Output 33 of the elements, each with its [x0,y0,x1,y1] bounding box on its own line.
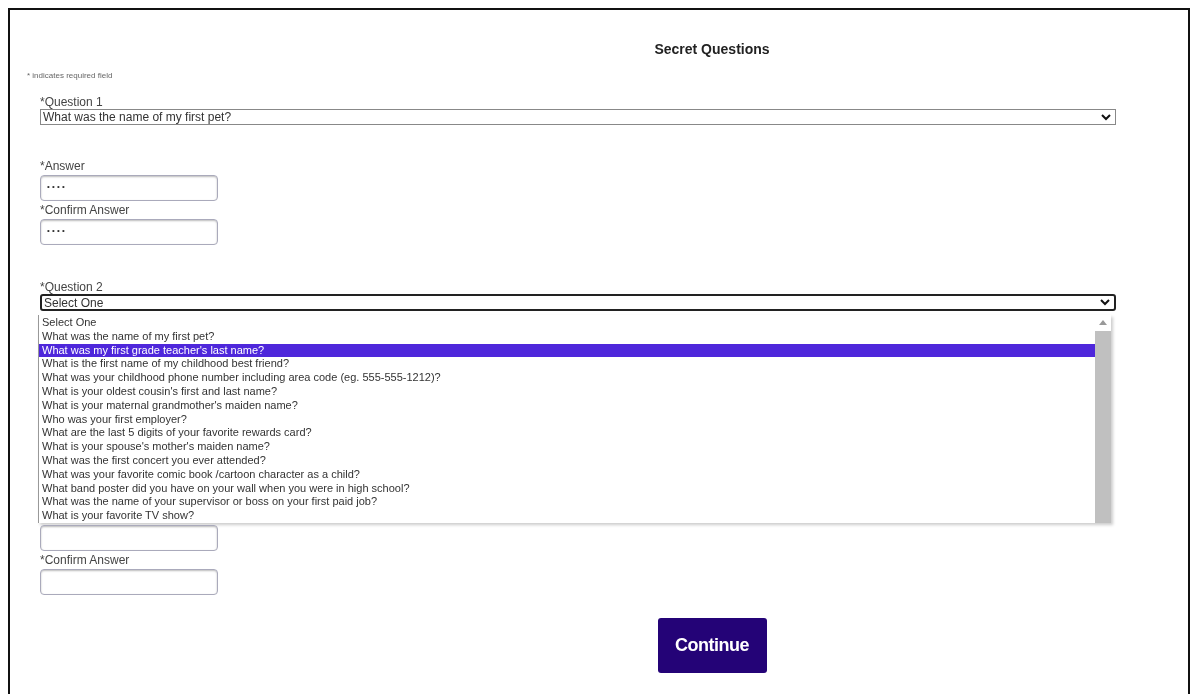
dropdown-option[interactable]: What was your favorite comic book /cartoon character as a child? [39,467,1095,482]
dropdown-option[interactable]: What is your spouse's mother's maiden name? [39,440,1095,454]
dropdown-option[interactable]: What was the first concert you ever attended? [39,453,1095,468]
field-label: *Confirm Answer [40,203,130,217]
dropdown-option[interactable]: What was the name of my first pet? [39,329,1095,344]
page-title: Secret Questions [654,41,770,57]
dropdown-option[interactable]: What is the first name of my childhood best friend? [39,357,1095,372]
dropdown-option[interactable]: What was my first grade teacher's last name? [39,343,1095,358]
chevron-icon [1101,113,1111,121]
answer-field[interactable]: • • • • [40,175,218,201]
dropdown-option[interactable]: Select One [39,316,1095,330]
continue-button[interactable]: Continue [657,618,767,673]
field-label: *Confirm Answer [40,553,130,567]
confirm-answer-field[interactable] [40,569,218,595]
dropdown-option[interactable]: What is your favorite TV show? [39,509,1095,523]
field-label: *Question 2 [40,280,103,294]
scrollbar[interactable] [1095,315,1111,523]
confirm-answer-field[interactable]: • • • • [40,219,218,245]
field-label: *Answer [40,159,85,173]
dropdown-option[interactable]: What band poster did you have on your wall when you were in high school? [39,481,1095,496]
required-field-note: * indicates required field [27,71,114,80]
dropdown-option[interactable]: What is your oldest cousin's first and last name? [39,385,1095,399]
field-label: *Question 1 [40,95,103,109]
dropdown-option[interactable]: What is your maternal grandmother's maiden name? [39,398,1095,413]
dropdown-option[interactable]: What are the last 5 digits of your favorite rewards card? [39,426,1095,441]
question-select[interactable]: Select One [40,294,1116,311]
chevron-icon [1100,299,1110,306]
scroll-up-icon[interactable] [1099,320,1107,325]
answer-field[interactable] [40,525,218,551]
dropdown-option[interactable]: Who was your first employer? [39,412,1095,427]
dropdown-option[interactable]: What was your childhood phone number including area code (eg. 555-555-1212)? [39,371,1095,385]
dropdown-option[interactable]: What was the name of your supervisor or boss on your first paid job? [39,495,1095,510]
question-select[interactable]: What was the name of my first pet? [40,109,1116,125]
